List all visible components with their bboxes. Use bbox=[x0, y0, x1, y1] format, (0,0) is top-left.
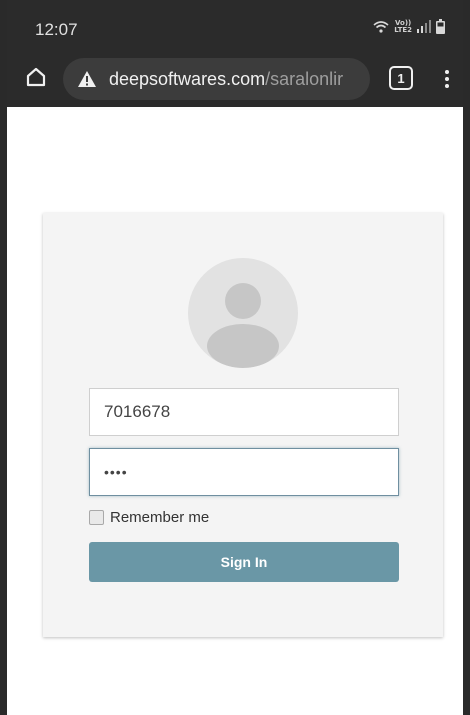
url-domain: deepsoftwares.com bbox=[109, 68, 266, 89]
home-button[interactable] bbox=[21, 64, 51, 94]
more-vert-icon bbox=[445, 70, 449, 88]
network-type-label: Vo)) LTE2 bbox=[394, 19, 412, 34]
tab-switcher-button[interactable]: 1 bbox=[389, 66, 413, 90]
sign-in-button[interactable]: Sign In bbox=[89, 542, 399, 582]
status-bar: 12:07 Vo)) LTE2 bbox=[7, 0, 463, 52]
status-time: 12:07 bbox=[35, 20, 78, 39]
remember-me-row[interactable]: Remember me bbox=[89, 509, 209, 526]
tab-count: 1 bbox=[397, 70, 405, 86]
home-icon bbox=[25, 66, 47, 93]
status-icons: Vo)) LTE2 bbox=[373, 19, 445, 34]
wifi-icon bbox=[373, 20, 389, 33]
password-field[interactable] bbox=[89, 448, 399, 496]
username-field[interactable] bbox=[89, 388, 399, 436]
remember-me-label[interactable]: Remember me bbox=[110, 509, 209, 526]
address-bar[interactable]: deepsoftwares.com/saralonlir bbox=[63, 58, 370, 100]
warning-icon[interactable] bbox=[77, 70, 97, 88]
user-avatar-icon bbox=[188, 258, 298, 368]
signal-icon bbox=[417, 20, 431, 33]
login-card: Remember me Sign In bbox=[43, 213, 443, 637]
browser-toolbar: deepsoftwares.com/saralonlir 1 bbox=[7, 52, 463, 107]
battery-icon bbox=[436, 19, 445, 34]
url-path: /saralonlir bbox=[265, 68, 344, 89]
remember-me-checkbox[interactable] bbox=[89, 510, 104, 525]
more-options-button[interactable] bbox=[437, 64, 457, 94]
lte-label: LTE2 bbox=[394, 25, 412, 34]
browser-frame: 12:07 Vo)) LTE2 deepsoftwares.com /saral… bbox=[0, 0, 470, 715]
